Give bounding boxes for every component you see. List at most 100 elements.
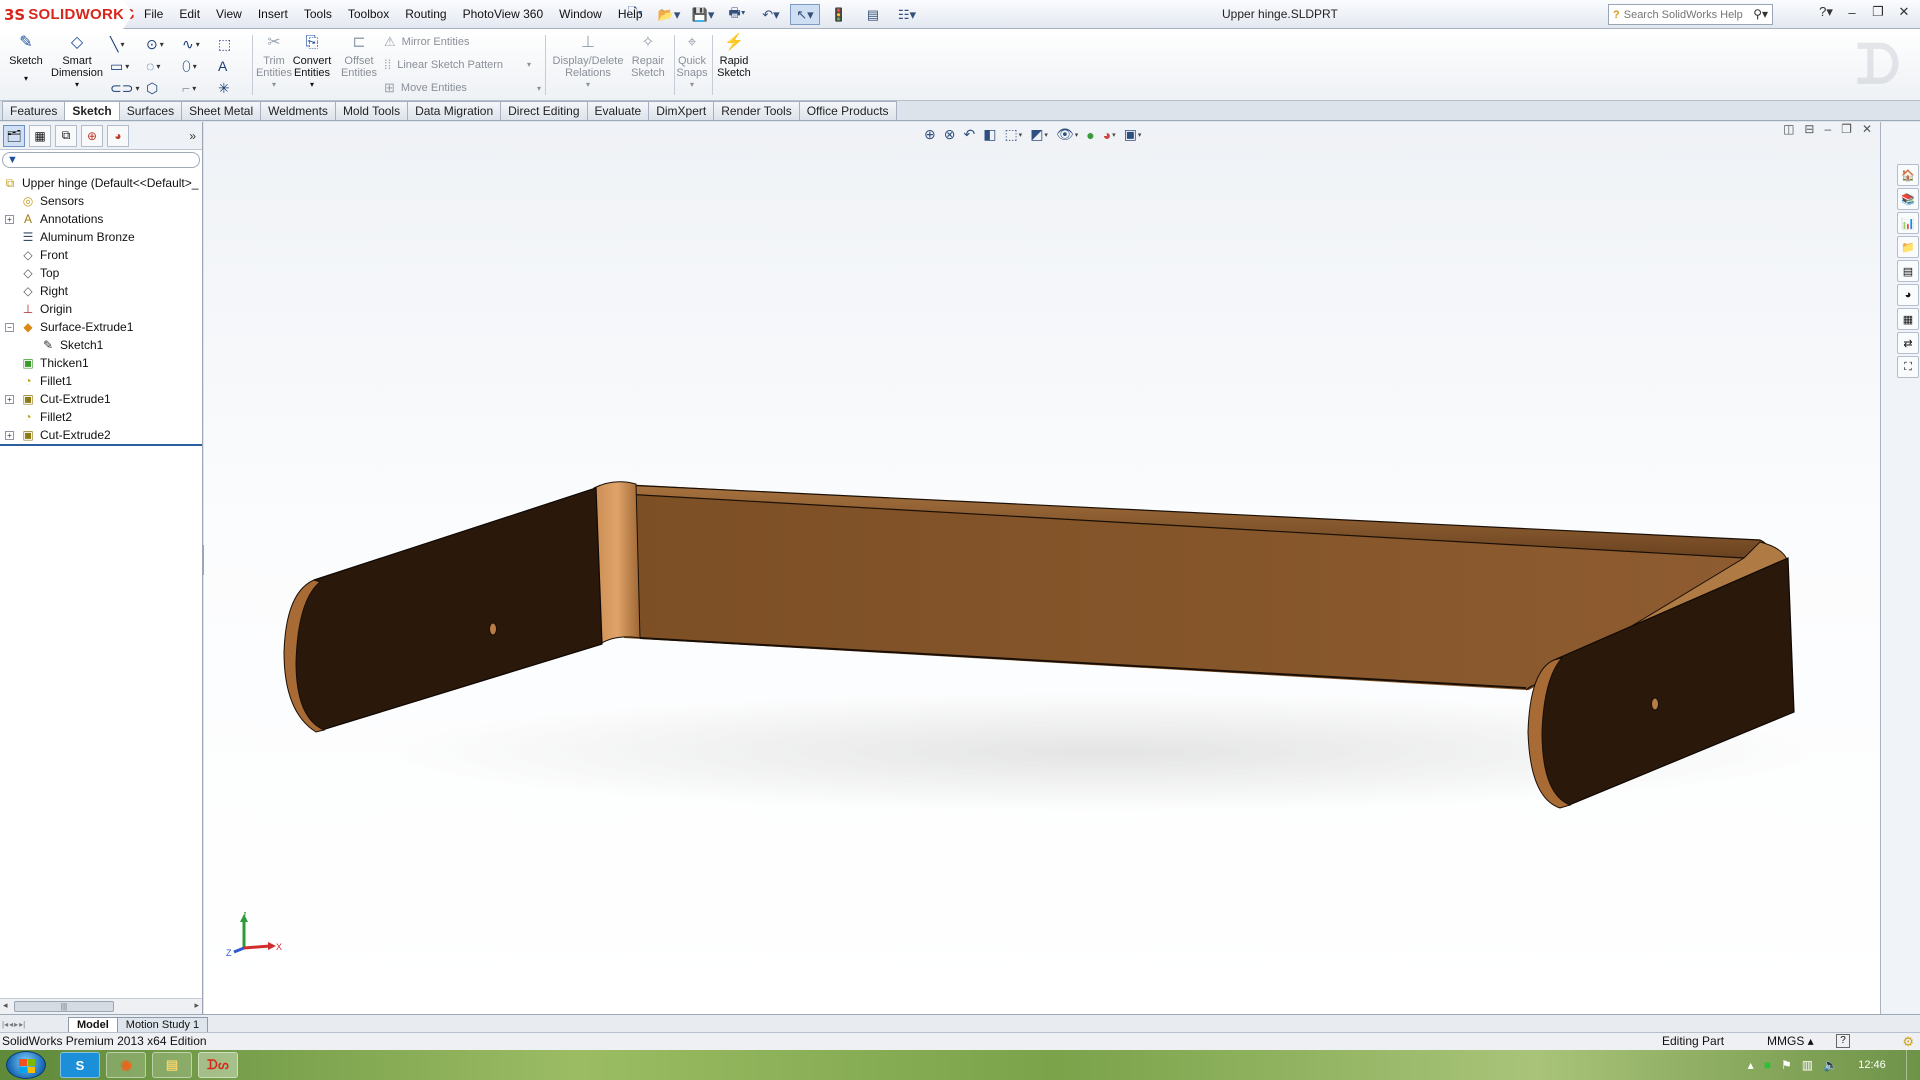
menu-view[interactable]: View xyxy=(208,0,250,29)
close-icon[interactable]: ✕ xyxy=(1896,4,1912,20)
file-explorer-icon[interactable]: 📁 xyxy=(1897,236,1919,258)
menu-file[interactable]: File xyxy=(136,0,171,29)
tile-horizontal-icon[interactable]: ◫ xyxy=(1783,122,1794,136)
first-tab-icon[interactable]: |◂ xyxy=(2,1020,8,1029)
open-icon[interactable]: 📂▾ xyxy=(654,4,684,25)
expand-icon[interactable]: + xyxy=(5,430,14,440)
custom-properties-icon[interactable]: ▦ xyxy=(1897,308,1919,330)
repair-sketch-button[interactable]: ✧ Repair Sketch xyxy=(626,33,670,80)
3d-content-central-icon[interactable]: 📊 xyxy=(1897,212,1919,234)
view-orientation-icon[interactable]: ⬚ ▾ xyxy=(1004,126,1022,143)
arc-icon[interactable]: ◌ ▾ xyxy=(146,55,182,77)
menu-toolbox[interactable]: Toolbox xyxy=(340,0,397,29)
tree-item-origin[interactable]: ⊥ Origin xyxy=(0,300,202,318)
tree-item-top[interactable]: ◇ Top xyxy=(0,264,202,282)
tree-item-surface-extrude1[interactable]: − ◆ Surface-Extrude1 xyxy=(0,318,202,336)
slot-icon[interactable]: ⊂⊃ ▾ xyxy=(110,77,146,99)
sketch-fillet-icon[interactable]: ⬚ xyxy=(218,33,254,55)
tree-item-sensors[interactable]: ◎ Sensors xyxy=(0,192,202,210)
tab-office-products[interactable]: Office Products xyxy=(798,101,897,120)
tab-dimxpert[interactable]: DimXpert xyxy=(648,101,715,120)
expand-icon[interactable]: + xyxy=(5,394,14,404)
apply-scene-icon[interactable]: ◕ ▾ xyxy=(1103,127,1116,143)
search-icon[interactable]: ⚲▾ xyxy=(1753,7,1768,21)
convert-entities-button[interactable]: ⎘ Convert Entities ▾ xyxy=(290,33,334,91)
design-library-icon[interactable]: 📚 xyxy=(1897,188,1919,210)
restore-icon[interactable]: ❐ xyxy=(1870,4,1886,20)
tree-item-annotations[interactable]: + A Annotations xyxy=(0,210,202,228)
solidworks-resources-icon[interactable]: 🏠 xyxy=(1897,164,1919,186)
reference-triad[interactable]: Y X Z xyxy=(224,912,284,972)
mirror-entities-button[interactable]: ⚠ Mirror Entities xyxy=(384,34,470,50)
solidworks-taskbar-icon[interactable]: ᗪᔕ xyxy=(198,1052,238,1078)
menu-window[interactable]: Window xyxy=(551,0,610,29)
menu-insert[interactable]: Insert xyxy=(250,0,296,29)
viewport-close-icon[interactable]: ✕ xyxy=(1862,122,1872,136)
view-settings-icon[interactable]: ▣ ▾ xyxy=(1124,126,1142,143)
tab-surfaces[interactable]: Surfaces xyxy=(118,101,183,120)
scrollbar-thumb[interactable]: ||| xyxy=(14,1001,114,1012)
rebuild-status-icon[interactable]: ⚙ xyxy=(1902,1033,1914,1050)
tree-item-front[interactable]: ◇ Front xyxy=(0,246,202,264)
trim-entities-button[interactable]: ✂ Trim Entities ▾ xyxy=(254,33,294,91)
solidworks-forum-icon[interactable]: ⇄ xyxy=(1897,332,1919,354)
zoom-to-area-icon[interactable]: ⊗ xyxy=(944,126,956,143)
firefox-taskbar-icon[interactable]: ◉ xyxy=(106,1052,146,1078)
feature-tree-filter[interactable]: ▼ xyxy=(2,152,200,168)
undo-icon[interactable]: ↶▾ xyxy=(756,4,786,25)
text-icon[interactable]: A xyxy=(218,55,254,77)
tree-item-cut-extrude1[interactable]: + ▣ Cut-Extrude1 xyxy=(0,390,202,408)
tab-sheet-metal[interactable]: Sheet Metal xyxy=(181,101,262,120)
expand-icon[interactable]: + xyxy=(5,214,14,224)
tree-item-thicken1[interactable]: ▣ Thicken1 xyxy=(0,354,202,372)
skype-taskbar-icon[interactable]: S xyxy=(60,1052,100,1078)
menu-routing[interactable]: Routing xyxy=(397,0,454,29)
menu-photoview[interactable]: PhotoView 360 xyxy=(455,0,552,29)
action-center-icon[interactable]: ⚑ xyxy=(1781,1058,1792,1072)
tree-item-aluminum-bronze[interactable]: ☰ Aluminum Bronze xyxy=(0,228,202,246)
tree-item-sketch1[interactable]: ✎ Sketch1 xyxy=(0,336,202,354)
rebuild-icon[interactable]: 🚦 xyxy=(824,4,854,25)
menu-edit[interactable]: Edit xyxy=(171,0,208,29)
point-icon[interactable]: ✳ xyxy=(218,77,254,99)
menu-tools[interactable]: Tools xyxy=(296,0,340,29)
property-manager-tab-icon[interactable]: ▦ xyxy=(29,124,51,147)
minimize-icon[interactable]: – xyxy=(1844,5,1860,20)
zoom-to-fit-icon[interactable]: ⊕ xyxy=(924,126,936,143)
configuration-manager-tab-icon[interactable]: ⧉ xyxy=(55,124,77,147)
smart-dimension-button[interactable]: ◇ Smart Dimension ▾ xyxy=(50,33,104,91)
hide-show-items-icon[interactable]: 👁 ▾ xyxy=(1056,126,1078,143)
search-help-box[interactable]: ? ⚲▾ xyxy=(1608,4,1773,25)
search-input[interactable] xyxy=(1623,8,1754,21)
options-icon[interactable]: ☷▾ xyxy=(892,4,922,25)
dimxpert-manager-tab-icon[interactable]: ⊕ xyxy=(81,124,103,147)
recording-icon[interactable]: ⛶ xyxy=(1897,356,1919,378)
tree-item-right[interactable]: ◇ Right xyxy=(0,282,202,300)
appearances-icon[interactable]: ◕ xyxy=(1897,284,1919,306)
view-palette-icon[interactable]: ▤ xyxy=(1897,260,1919,282)
linear-sketch-pattern-button[interactable]: ⁞⁞ Linear Sketch Pattern ▾ xyxy=(384,57,531,72)
next-tab-icon[interactable]: ▸ xyxy=(14,1020,18,1029)
network-icon[interactable]: ▥ xyxy=(1802,1058,1813,1072)
rectangle-icon[interactable]: ▭ ▾ xyxy=(110,55,146,77)
collapse-icon[interactable]: − xyxy=(5,322,14,332)
display-style-icon[interactable]: ◩ ▾ xyxy=(1030,126,1048,143)
move-entities-button[interactable]: ⊞ Move Entities ▾ xyxy=(384,80,541,96)
start-button[interactable] xyxy=(6,1051,46,1079)
taskbar-clock[interactable]: 12:46 xyxy=(1848,1059,1896,1071)
viewport-minimize-icon[interactable]: – xyxy=(1824,122,1831,136)
quick-snaps-button[interactable]: ⌖ Quick Snaps ▾ xyxy=(674,33,710,91)
hinge-3d-model[interactable] xyxy=(204,122,1880,1014)
panel-expand-icon[interactable]: » xyxy=(189,129,196,143)
circle-icon[interactable]: ⊙ ▾ xyxy=(146,33,182,55)
viewport-restore-icon[interactable]: ❐ xyxy=(1841,122,1852,136)
panel-horizontal-scrollbar[interactable]: ◂ ||| ▸ xyxy=(0,998,202,1014)
scroll-right-icon[interactable]: ▸ xyxy=(194,1000,199,1011)
feature-tree-tab-icon[interactable]: 🗂 xyxy=(3,124,25,147)
sketch-button[interactable]: ✎ Sketch ▾ xyxy=(8,33,44,85)
tile-vertical-icon[interactable]: ⊟ xyxy=(1804,122,1814,136)
tree-root-part[interactable]: ⧉ Upper hinge (Default<<Default>_ xyxy=(0,174,202,192)
graphics-area[interactable]: ⊕ ⊗ ↶ ◧ ⬚ ▾ ◩ ▾ 👁 ▾ ● ◕ ▾ ▣ ▾ ◫ ⊟ – ❐ ✕ Y X Z xyxy=(204,122,1880,1014)
unit-system-selector[interactable]: MMGS ▴ xyxy=(1767,1033,1814,1050)
polygon-icon[interactable]: ⬡ xyxy=(146,77,182,99)
